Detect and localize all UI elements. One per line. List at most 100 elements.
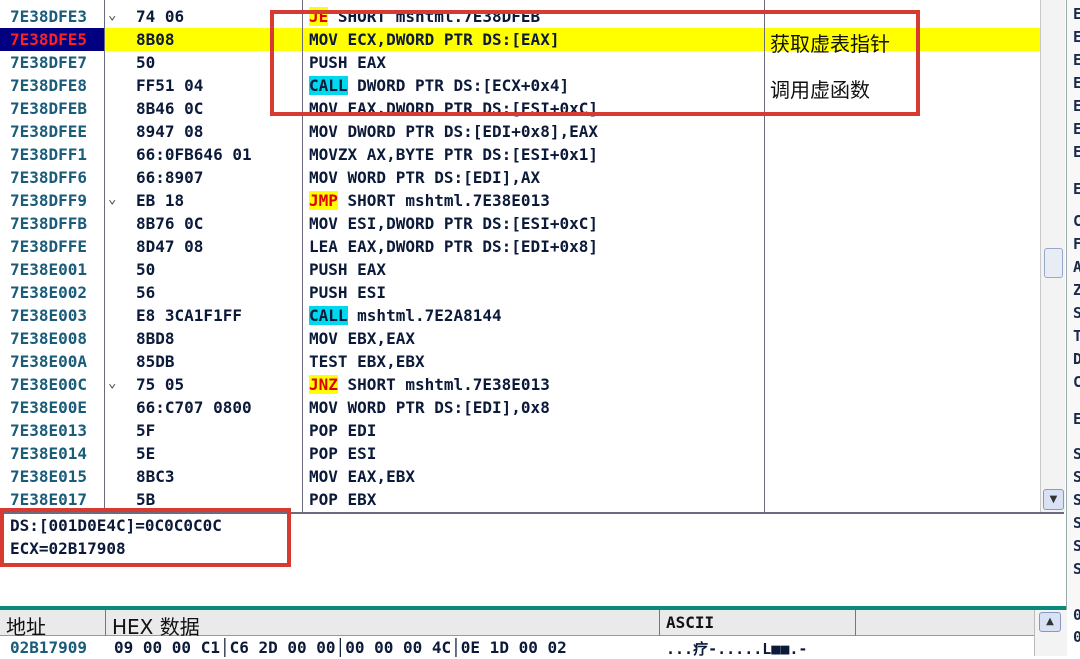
dump-header-address[interactable]: 地址 [0, 610, 106, 639]
register-label: A [1073, 258, 1080, 276]
scroll-thumb[interactable] [1044, 248, 1063, 278]
dump-header-empty [856, 610, 1034, 636]
disasm-address: 7E38DFFE [10, 237, 88, 256]
disasm-row[interactable]: 7E38E013 5F POP EDI [0, 419, 1040, 442]
register-label: E [1073, 51, 1080, 69]
jump-marker-icon: ⌄ [108, 7, 117, 23]
disasm-address: 7E38E001 [10, 260, 88, 279]
register-label: 0 [1073, 628, 1080, 646]
disasm-hex: EB 18 [136, 191, 185, 210]
disasm-operands: MOV WORD PTR DS:[EDI],AX [309, 168, 541, 187]
register-label: Z [1073, 281, 1080, 299]
disasm-address: 7E38DFE3 [10, 7, 88, 26]
scroll-up-arrow-icon[interactable]: ▲ [1039, 612, 1061, 632]
disasm-hex: 8BD8 [136, 329, 175, 348]
disasm-address: 7E38E015 [10, 467, 88, 486]
disasm-row[interactable]: 7E38E015 8BC3 MOV EAX,EBX [0, 465, 1040, 488]
disasm-instruction: MOV WORD PTR DS:[EDI],AX [309, 168, 540, 187]
disasm-address: 7E38DFE7 [10, 53, 88, 72]
disasm-operands: SHORT mshtml.7E38E013 [337, 375, 550, 394]
disasm-instruction: JMP SHORT mshtml.7E38E013 [309, 191, 550, 210]
disasm-operands: MOV EAX,EBX [309, 467, 415, 486]
disasm-row[interactable]: 7E38E001 50 PUSH EAX [0, 258, 1040, 281]
dump-header-ascii-label: ASCII [666, 613, 715, 632]
disasm-operands: POP ESI [309, 444, 377, 463]
disasm-operands: PUSH EAX [309, 260, 387, 279]
register-label: C [1073, 373, 1080, 391]
disasm-operands: TEST EBX,EBX [309, 352, 425, 371]
disasm-instruction: MOV DWORD PTR DS:[EDI+0x8],EAX [309, 122, 598, 141]
register-label: T [1073, 327, 1080, 345]
disasm-row[interactable]: 7E38DFFB 8B76 0C MOV ESI,DWORD PTR DS:[ESI… [0, 212, 1040, 235]
disassembly-scrollbar[interactable]: ▼ [1040, 0, 1065, 512]
register-label: E [1073, 74, 1080, 92]
disasm-row[interactable]: 7E38DFEE 8947 08 MOV DWORD PTR DS:[EDI+0x8… [0, 120, 1040, 143]
disasm-instruction: POP EBX [309, 490, 376, 509]
register-label: E [1073, 410, 1080, 428]
disasm-address: 7E38DFE5 [0, 28, 104, 51]
disasm-row[interactable]: 7E38E003 E8 3CA1F1FF CALL mshtml.7E2A8144 [0, 304, 1040, 327]
disasm-hex: 8D47 08 [136, 237, 204, 256]
disasm-operands: LEA EAX,DWORD PTR DS:[EDI+0x8] [309, 237, 598, 256]
disasm-address: 7E38DFE8 [10, 76, 88, 95]
memory-dump-pane[interactable]: 地址 HEX 数据 ASCII 02B17909 09 00 00 C1│C6 … [0, 610, 1067, 658]
register-label: F [1073, 235, 1080, 253]
dump-header-hex[interactable]: HEX 数据 [106, 610, 660, 639]
disasm-hex: E8 3CA1F1FF [136, 306, 242, 325]
annotation-box-registers [0, 508, 291, 567]
disasm-instruction: JNZ SHORT mshtml.7E38E013 [309, 375, 550, 394]
disasm-address: 7E38DFEE [10, 122, 88, 141]
disasm-instruction: CALL mshtml.7E2A8144 [309, 306, 502, 325]
jump-marker-icon: ⌄ [108, 375, 117, 391]
disasm-instruction: LEA EAX,DWORD PTR DS:[EDI+0x8] [309, 237, 598, 256]
disasm-operands: POP EDI [309, 421, 377, 440]
disasm-row[interactable]: 7E38DFF6 66:8907 MOV WORD PTR DS:[EDI],AX [0, 166, 1040, 189]
disasm-row[interactable]: 7E38E008 8BD8 MOV EBX,EAX [0, 327, 1040, 350]
disasm-row[interactable]: 7E38E014 5E POP ESI [0, 442, 1040, 465]
disasm-hex: 5F [136, 421, 156, 440]
dump-scrollbar[interactable]: ▲ [1034, 610, 1067, 656]
register-label: E [1073, 143, 1080, 161]
disasm-operands: MOV EBX,EAX [309, 329, 415, 348]
disasm-hex: 66:8907 [136, 168, 204, 187]
disasm-address: 7E38E00E [10, 398, 88, 417]
disasm-opcode-highlight: JMP [309, 191, 338, 210]
disasm-hex: 85DB [136, 352, 175, 371]
disasm-row[interactable]: 7E38E00A 85DB TEST EBX,EBX [0, 350, 1040, 373]
disasm-address: 7E38DFFB [10, 214, 88, 233]
disasm-address: 7E38E00C [10, 375, 88, 394]
column-separator [104, 0, 105, 512]
scroll-down-arrow-icon[interactable]: ▼ [1043, 489, 1064, 510]
disasm-address: 7E38E00A [10, 352, 88, 371]
disasm-row[interactable]: 7E38E00E 66:C707 0800 MOV WORD PTR DS:[EDI… [0, 396, 1040, 419]
register-label: E [1073, 120, 1080, 138]
dump-row[interactable]: 02B17909 09 00 00 C1│C6 2D 00 00│00 00 0… [0, 638, 1066, 658]
disasm-instruction: POP EDI [309, 421, 376, 440]
disasm-hex: FF51 04 [136, 76, 204, 95]
register-label: S [1073, 537, 1080, 555]
disasm-row[interactable]: 7E38E002 56 PUSH ESI [0, 281, 1040, 304]
disasm-row[interactable]: 7E38DFFE 8D47 08 LEA EAX,DWORD PTR DS:[EDI… [0, 235, 1040, 258]
register-label: C [1073, 212, 1080, 230]
disasm-instruction: PUSH EAX [309, 260, 386, 279]
register-label: D [1073, 350, 1080, 368]
disasm-operands: SHORT mshtml.7E38E013 [337, 191, 550, 210]
disasm-row[interactable]: 7E38DFF9 ⌄ EB 18 JMP SHORT mshtml.7E38E013 [0, 189, 1040, 212]
disasm-opcode-highlight: CALL [309, 306, 348, 325]
disasm-operands: MOV ESI,DWORD PTR DS:[ESI+0xC] [309, 214, 598, 233]
disasm-operands: MOV DWORD PTR DS:[EDI+0x8],EAX [309, 122, 598, 141]
disasm-row[interactable]: 7E38E00C ⌄ 75 05 JNZ SHORT mshtml.7E38E013 [0, 373, 1040, 396]
register-label: S [1073, 514, 1080, 532]
disasm-instruction: POP ESI [309, 444, 376, 463]
disasm-hex: 75 05 [136, 375, 185, 394]
disasm-operands: PUSH ESI [309, 283, 387, 302]
register-label: S [1073, 560, 1080, 578]
dump-header-ascii[interactable]: ASCII [660, 610, 856, 636]
disasm-address: 7E38E013 [10, 421, 88, 440]
disasm-hex: 66:C707 0800 [136, 398, 252, 417]
disasm-operands: mshtml.7E2A8144 [347, 306, 502, 325]
disasm-hex: 8B08 [136, 30, 175, 49]
disasm-row[interactable]: 7E38DFF1 66:0FB646 01 MOVZX AX,BYTE PTR DS… [0, 143, 1040, 166]
disasm-address: 7E38DFF9 [10, 191, 88, 210]
register-label: S [1073, 304, 1080, 322]
